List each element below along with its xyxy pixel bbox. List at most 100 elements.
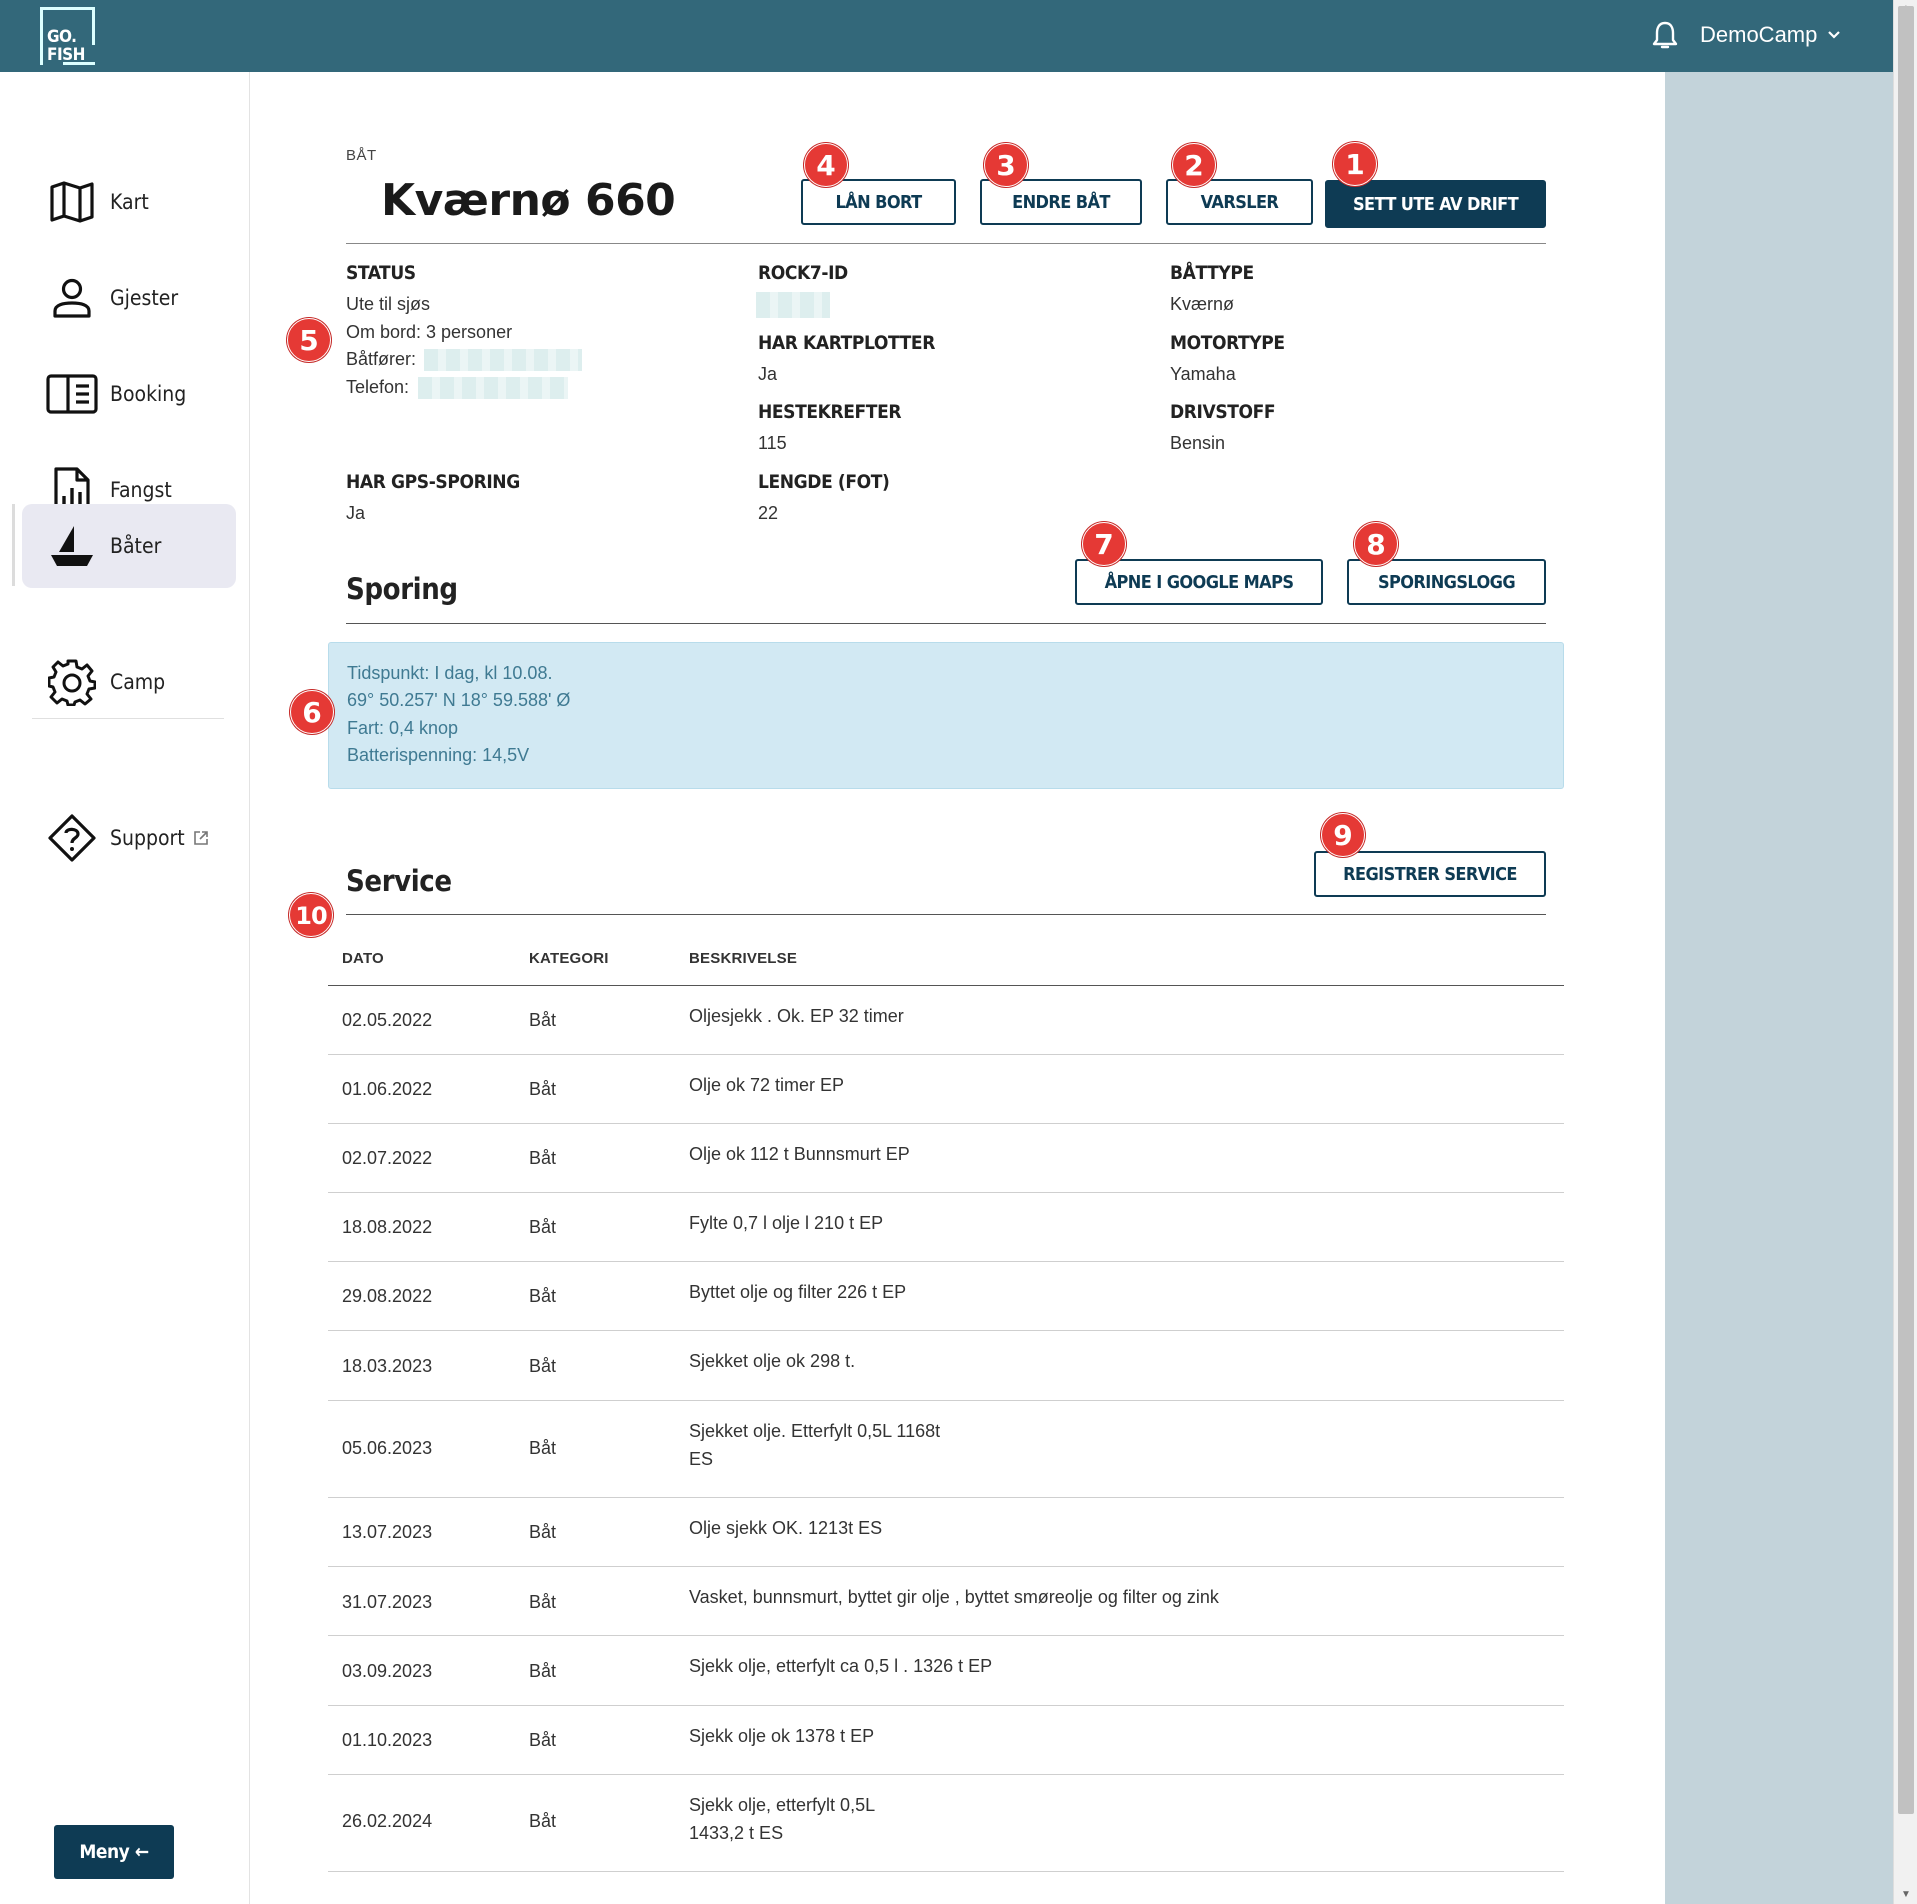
scrollbar[interactable]: ▲ ▼ (1893, 0, 1917, 1904)
callout-badge-7: 7 (1082, 522, 1126, 566)
user-menu[interactable]: DemoCamp (1700, 20, 1841, 50)
sidebar-item-camp[interactable]: Camp (22, 640, 236, 724)
column-header-description[interactable]: BESKRIVELSE (689, 950, 797, 967)
sidebar-item-label: Support (110, 826, 185, 850)
callout-badge-1: 1 (1333, 142, 1377, 186)
arrow-left-icon: ← (129, 1841, 149, 1863)
table-row[interactable]: 05.06.2023 Båt Sjekket olje. Etterfylt 0… (328, 1401, 1564, 1498)
fuel-value: Bensin (1170, 433, 1226, 453)
table-row[interactable]: 31.07.2023 Båt Vasket, bunnsmurt, byttet… (328, 1567, 1564, 1636)
table-row[interactable]: 02.07.2022 Båt Olje ok 112 t Bunnsmurt E… (328, 1124, 1564, 1193)
tracking-battery: Batterispenning: 14,5V (347, 745, 530, 765)
sidebar-item-label: Booking (110, 382, 187, 406)
cell-description: Sjekket olje ok 298 t. (689, 1351, 856, 1371)
register-service-button[interactable]: REGISTRER SERVICE (1314, 851, 1546, 897)
tracking-speed: Fart: 0,4 knop (347, 718, 459, 738)
user-name: DemoCamp (1700, 22, 1818, 47)
cell-description: Sjekk olje, etterfylt ca 0,5 l . 1326 t … (689, 1656, 993, 1676)
book-icon (46, 368, 98, 420)
cell-description: Olje ok 72 timer EP (689, 1075, 845, 1095)
cell-date: 31.07.2023 (342, 1592, 433, 1612)
lend-boat-label: LÅN BORT (835, 191, 922, 213)
edit-boat-label: ENDRE BÅT (1012, 191, 1110, 213)
sidebar-item-label: Båter (110, 534, 162, 558)
cell-category: Båt (529, 1661, 557, 1681)
sidebar-item-booking[interactable]: Booking (22, 352, 236, 436)
cell-description: Olje sjekk OK. 1213t ES (689, 1518, 883, 1538)
cell-date: 13.07.2023 (342, 1522, 433, 1542)
table-row[interactable]: 01.10.2023 Båt Sjekk olje ok 1378 t EP (328, 1706, 1564, 1775)
tracking-title: Sporing (346, 572, 458, 606)
sidebar-item-label: Kart (110, 190, 149, 214)
table-row[interactable]: 13.07.2023 Båt Olje sjekk OK. 1213t ES (328, 1498, 1564, 1567)
scroll-down-arrow[interactable]: ▼ (1894, 1886, 1917, 1904)
sidebar-item-gjester[interactable]: Gjester (22, 256, 236, 340)
chartplotter-label: HAR KARTPLOTTER (758, 332, 935, 354)
table-row[interactable]: 01.06.2022 Båt Olje ok 72 timer EP (328, 1055, 1564, 1124)
cell-description: Fylte 0,7 l olje l 210 t EP (689, 1213, 884, 1233)
cell-date: 18.08.2022 (342, 1217, 433, 1237)
table-row[interactable]: 03.09.2023 Båt Sjekk olje, etterfylt ca … (328, 1636, 1564, 1706)
sidebar-item-kart[interactable]: Kart (22, 160, 236, 244)
length-label: LENGDE (FOT) (758, 471, 890, 493)
sidebar: Kart Gjester Booking Fangst Båter Camp S… (0, 72, 250, 1904)
cell-category: Båt (529, 1522, 557, 1542)
tracking-log-label: SPORINGSLOGG (1377, 571, 1516, 593)
menu-button-label: Meny (79, 1841, 130, 1863)
external-link-icon (193, 831, 208, 845)
tracking-timestamp: Tidspunkt: I dag, kl 10.08. (347, 663, 553, 683)
cell-category: Båt (529, 1438, 557, 1458)
menu-toggle-button[interactable]: Meny ← (54, 1825, 174, 1879)
tracking-info-box: Tidspunkt: I dag, kl 10.08. 69° 50.257' … (328, 642, 1564, 789)
redacted-rock7-id (756, 292, 830, 318)
cell-date: 29.08.2022 (342, 1286, 433, 1306)
active-indicator (12, 504, 15, 586)
cell-category: Båt (529, 1010, 557, 1030)
table-row[interactable]: 02.05.2022 Båt Oljesjekk . Ok. EP 32 tim… (328, 986, 1564, 1055)
scroll-thumb[interactable] (1898, 6, 1914, 1814)
callout-badge-5: 5 (287, 318, 331, 362)
cell-date: 05.06.2023 (342, 1438, 433, 1458)
gps-value: Ja (346, 503, 366, 523)
right-panel (1665, 72, 1893, 1904)
table-row[interactable]: 29.08.2022 Båt Byttet olje og filter 226… (328, 1262, 1564, 1331)
column-header-category[interactable]: KATEGORI (529, 950, 609, 967)
gofish-logo[interactable]: GO. FISH (40, 7, 92, 65)
cell-category: Båt (529, 1217, 557, 1237)
table-row[interactable]: 18.08.2022 Båt Fylte 0,7 l olje l 210 t … (328, 1193, 1564, 1262)
gear-icon (46, 656, 98, 708)
gps-label: HAR GPS-SPORING (346, 471, 520, 493)
status-label: STATUS (346, 262, 416, 284)
callout-badge-3: 3 (984, 143, 1028, 187)
phone-label: Telefon: (346, 377, 410, 397)
out-of-service-button[interactable]: SETT UTE AV DRIFT (1325, 180, 1546, 228)
cell-category: Båt (529, 1286, 557, 1306)
motortype-label: MOTORTYPE (1170, 332, 1285, 354)
status-value: Ute til sjøs (346, 294, 431, 314)
page-title: Kværnø 660 (381, 175, 676, 226)
cell-category: Båt (529, 1811, 557, 1831)
person-icon (46, 272, 98, 324)
callout-badge-6: 6 (290, 690, 334, 734)
sidebar-item-label: Fangst (110, 478, 172, 502)
column-header-date[interactable]: DATO (342, 950, 384, 967)
cell-date: 01.06.2022 (342, 1079, 433, 1099)
bell-icon[interactable] (1652, 20, 1678, 49)
table-row[interactable]: 26.02.2024 Båt Sjekk olje, etterfylt 0,5… (328, 1775, 1564, 1872)
boattype-label: BÅTTYPE (1170, 262, 1254, 284)
sidebar-item-bater[interactable]: Båter (22, 504, 236, 588)
sidebar-item-label: Camp (110, 670, 166, 694)
cell-description: Olje ok 112 t Bunnsmurt EP (689, 1144, 910, 1164)
sidebar-item-support[interactable]: Support (22, 796, 236, 880)
cell-date: 02.07.2022 (342, 1148, 433, 1168)
open-google-maps-button[interactable]: ÅPNE I GOOGLE MAPS (1075, 559, 1323, 605)
callout-badge-4: 4 (804, 143, 848, 187)
cell-category: Båt (529, 1148, 557, 1168)
logo-text-line2: FISH (47, 45, 85, 65)
cell-date: 26.02.2024 (342, 1811, 433, 1831)
table-row[interactable]: 18.03.2023 Båt Sjekket olje ok 298 t. (328, 1331, 1564, 1401)
cell-description: Oljesjekk . Ok. EP 32 timer (689, 1006, 904, 1026)
chartplotter-value: Ja (758, 364, 778, 384)
service-divider (346, 914, 1546, 915)
boattype-value: Kværnø (1170, 294, 1235, 314)
